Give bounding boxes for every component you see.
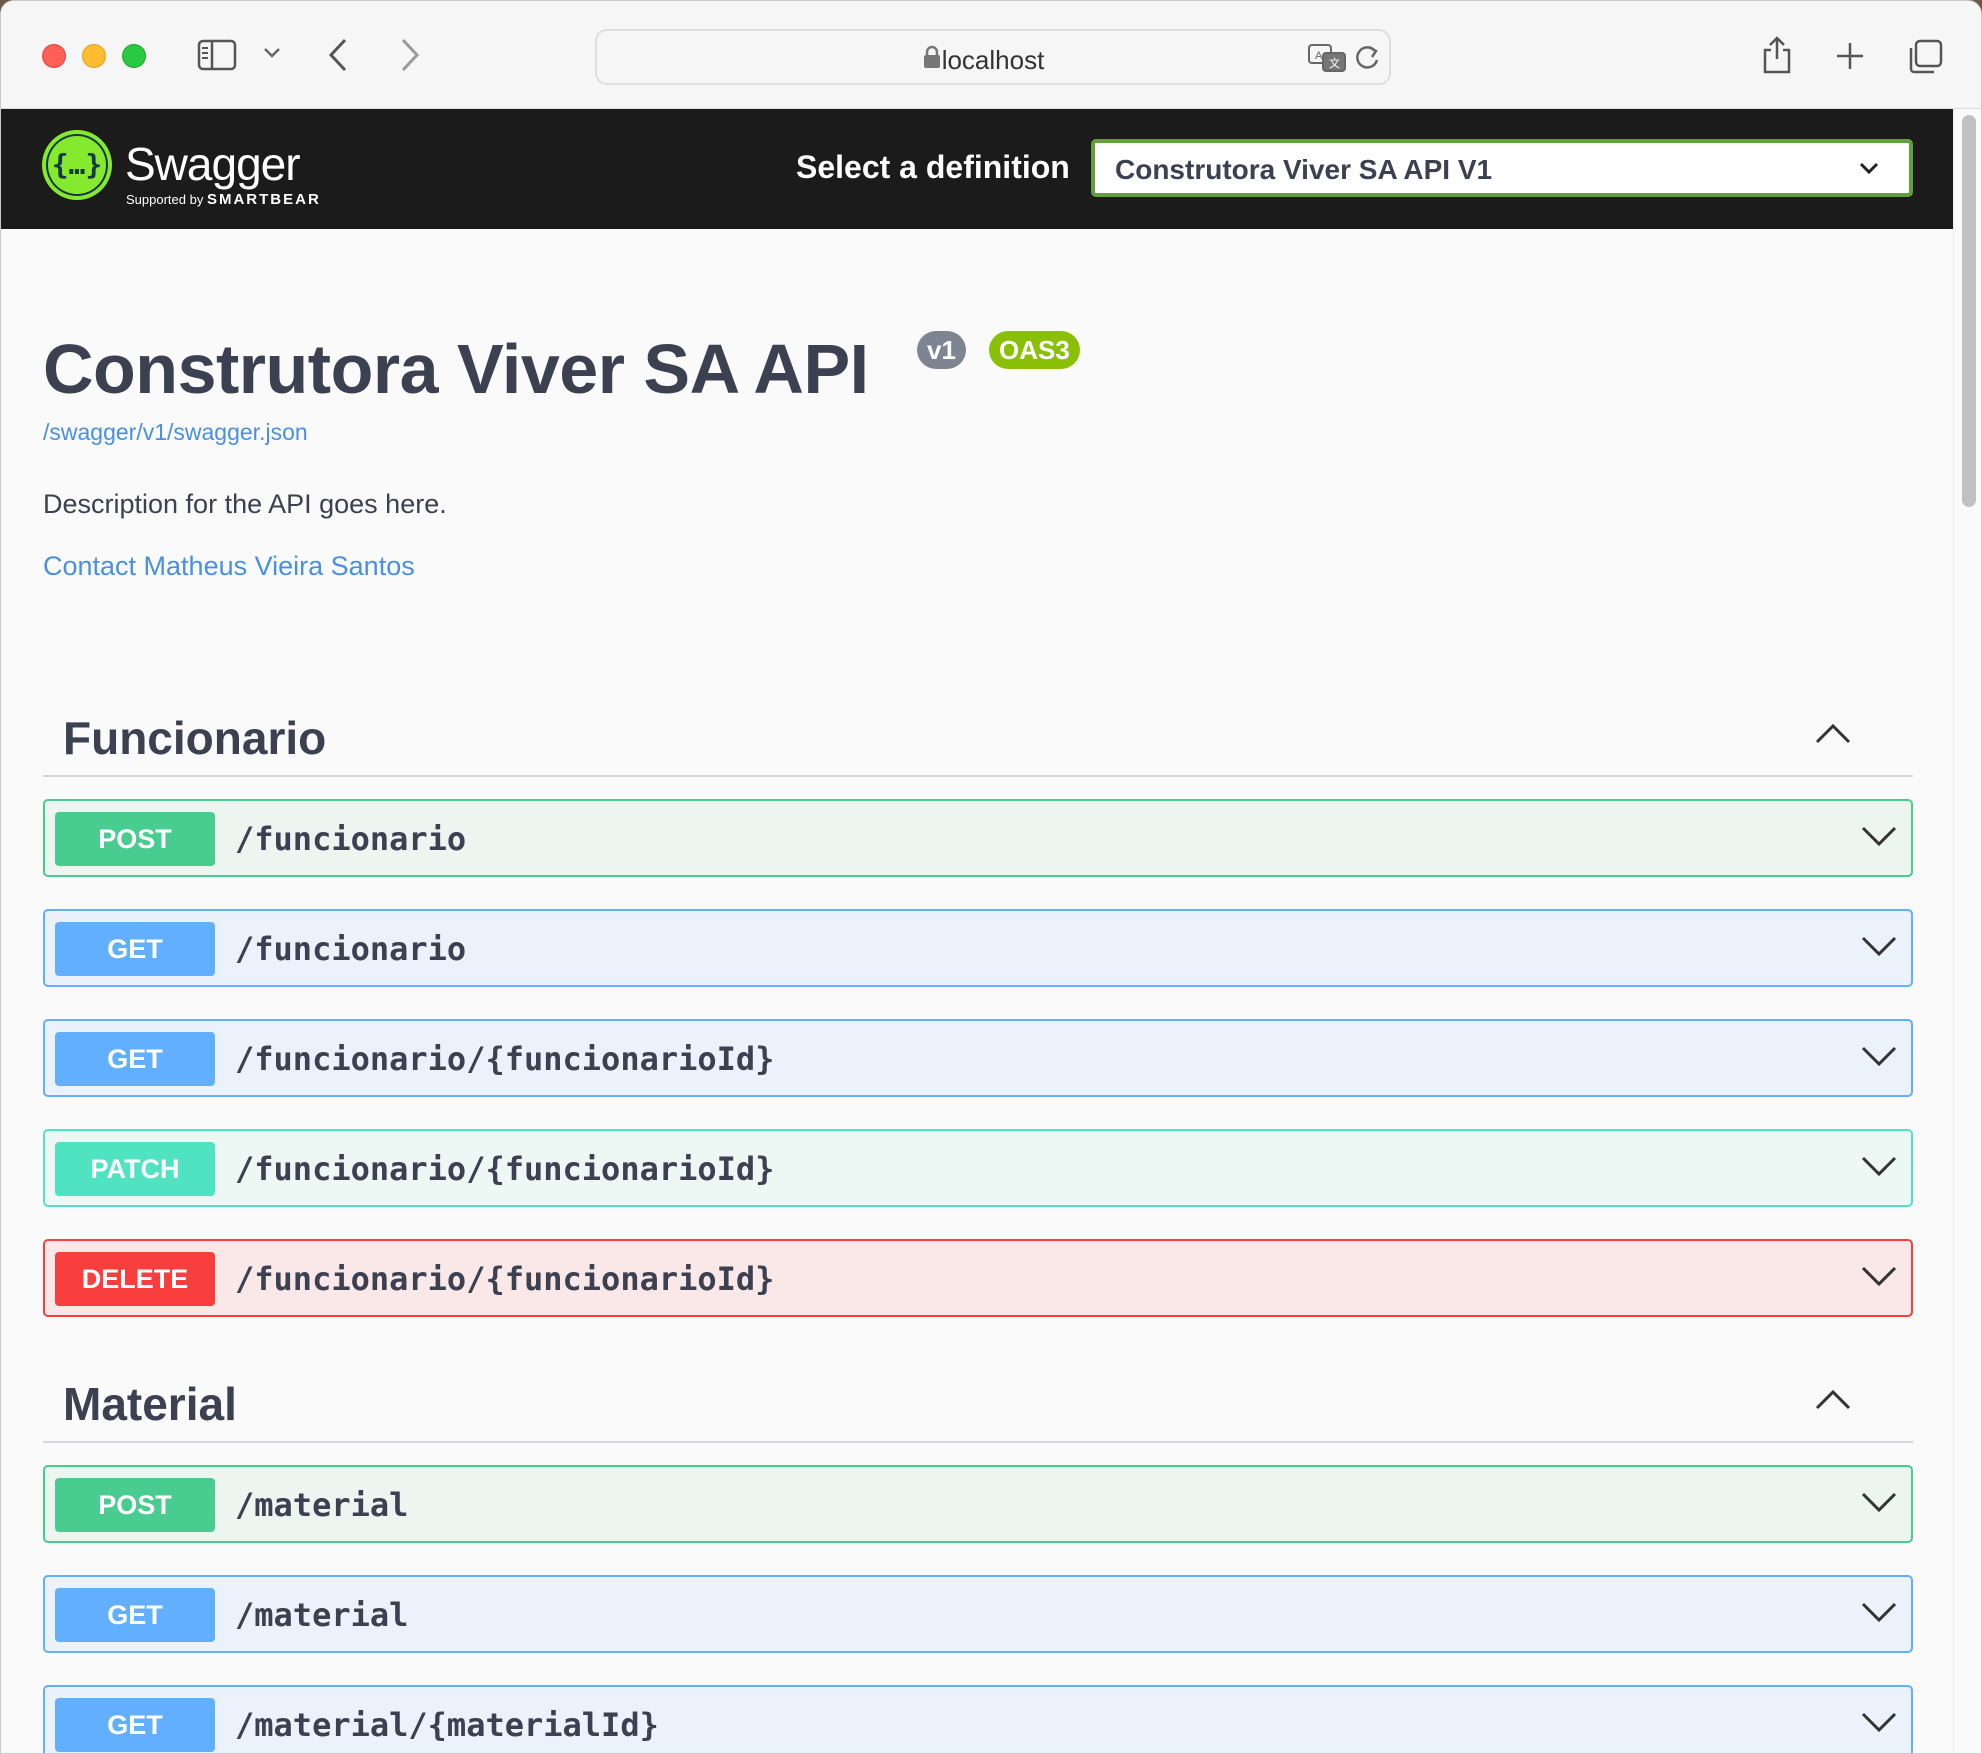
chevron-down-icon[interactable] <box>1861 1265 1897 1292</box>
definition-label: Select a definition <box>796 149 1070 185</box>
new-tab-icon[interactable] <box>1835 41 1865 71</box>
api-description: Description for the API goes here. <box>43 489 447 519</box>
operation-delete-funcionario[interactable]: DELETE /funcionario/{funcionarioId} <box>43 1239 1913 1317</box>
version-badge: v1 <box>917 331 966 369</box>
browser-window: localhost A文 {…} Swagger Supported by SM… <box>0 0 1982 1754</box>
lock-icon <box>923 45 941 69</box>
chevron-up-icon[interactable] <box>1815 1389 1851 1416</box>
svg-text:A: A <box>1315 50 1323 62</box>
method-badge: GET <box>55 1588 215 1642</box>
method-badge: GET <box>55 922 215 976</box>
tag-name: Funcionario <box>63 712 327 764</box>
chevron-up-icon[interactable] <box>1815 723 1851 750</box>
operation-get-funcionario-by-id[interactable]: GET /funcionario/{funcionarioId} <box>43 1019 1913 1097</box>
close-window-button[interactable] <box>42 44 66 68</box>
svg-text:{…}: {…} <box>52 148 103 181</box>
method-badge: GET <box>55 1032 215 1086</box>
tagline-prefix: Supported by <box>126 192 204 207</box>
scrollbar-thumb[interactable] <box>1962 115 1976 507</box>
method-badge: DELETE <box>55 1252 215 1306</box>
definition-select[interactable]: Construtora Viver SA API V1 <box>1091 139 1913 197</box>
translate-icon[interactable]: A文 <box>1307 43 1347 73</box>
swagger-topbar: {…} Swagger Supported by SMARTBEAR Selec… <box>1 109 1953 229</box>
share-icon[interactable] <box>1761 35 1793 75</box>
operation-path: /funcionario/{funcionarioId} <box>235 1040 775 1078</box>
tag-header-funcionario[interactable]: Funcionario <box>43 697 1913 777</box>
chevron-down-icon[interactable] <box>1861 825 1897 852</box>
page-scrollbar[interactable] <box>1953 109 1981 1753</box>
operation-post-material[interactable]: POST /material <box>43 1465 1913 1543</box>
address-bar[interactable]: localhost A文 <box>595 29 1391 85</box>
swagger-logo-icon[interactable]: {…} <box>41 129 113 201</box>
method-badge: POST <box>55 1478 215 1532</box>
operation-path: /material <box>235 1596 409 1634</box>
chevron-down-icon[interactable] <box>1861 1601 1897 1628</box>
chevron-down-icon[interactable] <box>1861 1711 1897 1738</box>
chevron-down-icon[interactable] <box>1861 1491 1897 1518</box>
operation-path: /material/{materialId} <box>235 1706 659 1744</box>
smartbear-tagline: Supported by SMARTBEAR <box>126 191 321 208</box>
tag-header-material[interactable]: Material <box>43 1363 1913 1443</box>
tabs-overview-icon[interactable] <box>1907 39 1943 75</box>
chevron-down-icon[interactable] <box>263 47 281 59</box>
method-badge: PATCH <box>55 1142 215 1196</box>
sidebar-icon[interactable] <box>197 39 237 71</box>
spec-json-link[interactable]: /swagger/v1/swagger.json <box>43 419 308 446</box>
svg-text:文: 文 <box>1329 56 1340 70</box>
operation-path: /funcionario/{funcionarioId} <box>235 1260 775 1298</box>
operation-path: /funcionario/{funcionarioId} <box>235 1150 775 1188</box>
browser-toolbar: localhost A文 <box>1 1 1981 109</box>
chevron-down-icon <box>1859 161 1879 180</box>
swagger-wordmark: Swagger <box>125 138 301 190</box>
operation-path: /funcionario <box>235 930 467 968</box>
operation-patch-funcionario[interactable]: PATCH /funcionario/{funcionarioId} <box>43 1129 1913 1207</box>
operation-post-funcionario[interactable]: POST /funcionario <box>43 799 1913 877</box>
operation-path: /funcionario <box>235 820 467 858</box>
operation-path: /material <box>235 1486 409 1524</box>
reload-icon[interactable] <box>1353 43 1381 73</box>
operation-get-material-by-id[interactable]: GET /material/{materialId} <box>43 1685 1913 1753</box>
back-icon[interactable] <box>327 37 349 73</box>
chevron-down-icon[interactable] <box>1861 935 1897 962</box>
operation-get-funcionario[interactable]: GET /funcionario <box>43 909 1913 987</box>
operation-get-material[interactable]: GET /material <box>43 1575 1913 1653</box>
minimize-window-button[interactable] <box>82 44 106 68</box>
chevron-down-icon[interactable] <box>1861 1155 1897 1182</box>
contact-link[interactable]: Contact Matheus Vieira Santos <box>43 551 415 582</box>
chevron-down-icon[interactable] <box>1861 1045 1897 1072</box>
method-badge: GET <box>55 1698 215 1752</box>
url-text: localhost <box>941 45 1045 75</box>
tag-name: Material <box>63 1378 237 1430</box>
forward-icon[interactable] <box>399 37 421 73</box>
method-badge: POST <box>55 812 215 866</box>
tagline-brand: SMARTBEAR <box>206 191 321 208</box>
api-title: Construtora Viver SA API <box>43 330 869 408</box>
zoom-window-button[interactable] <box>122 44 146 68</box>
definition-selected-value: Construtora Viver SA API V1 <box>1115 154 1493 185</box>
oas-badge: OAS3 <box>989 331 1080 369</box>
